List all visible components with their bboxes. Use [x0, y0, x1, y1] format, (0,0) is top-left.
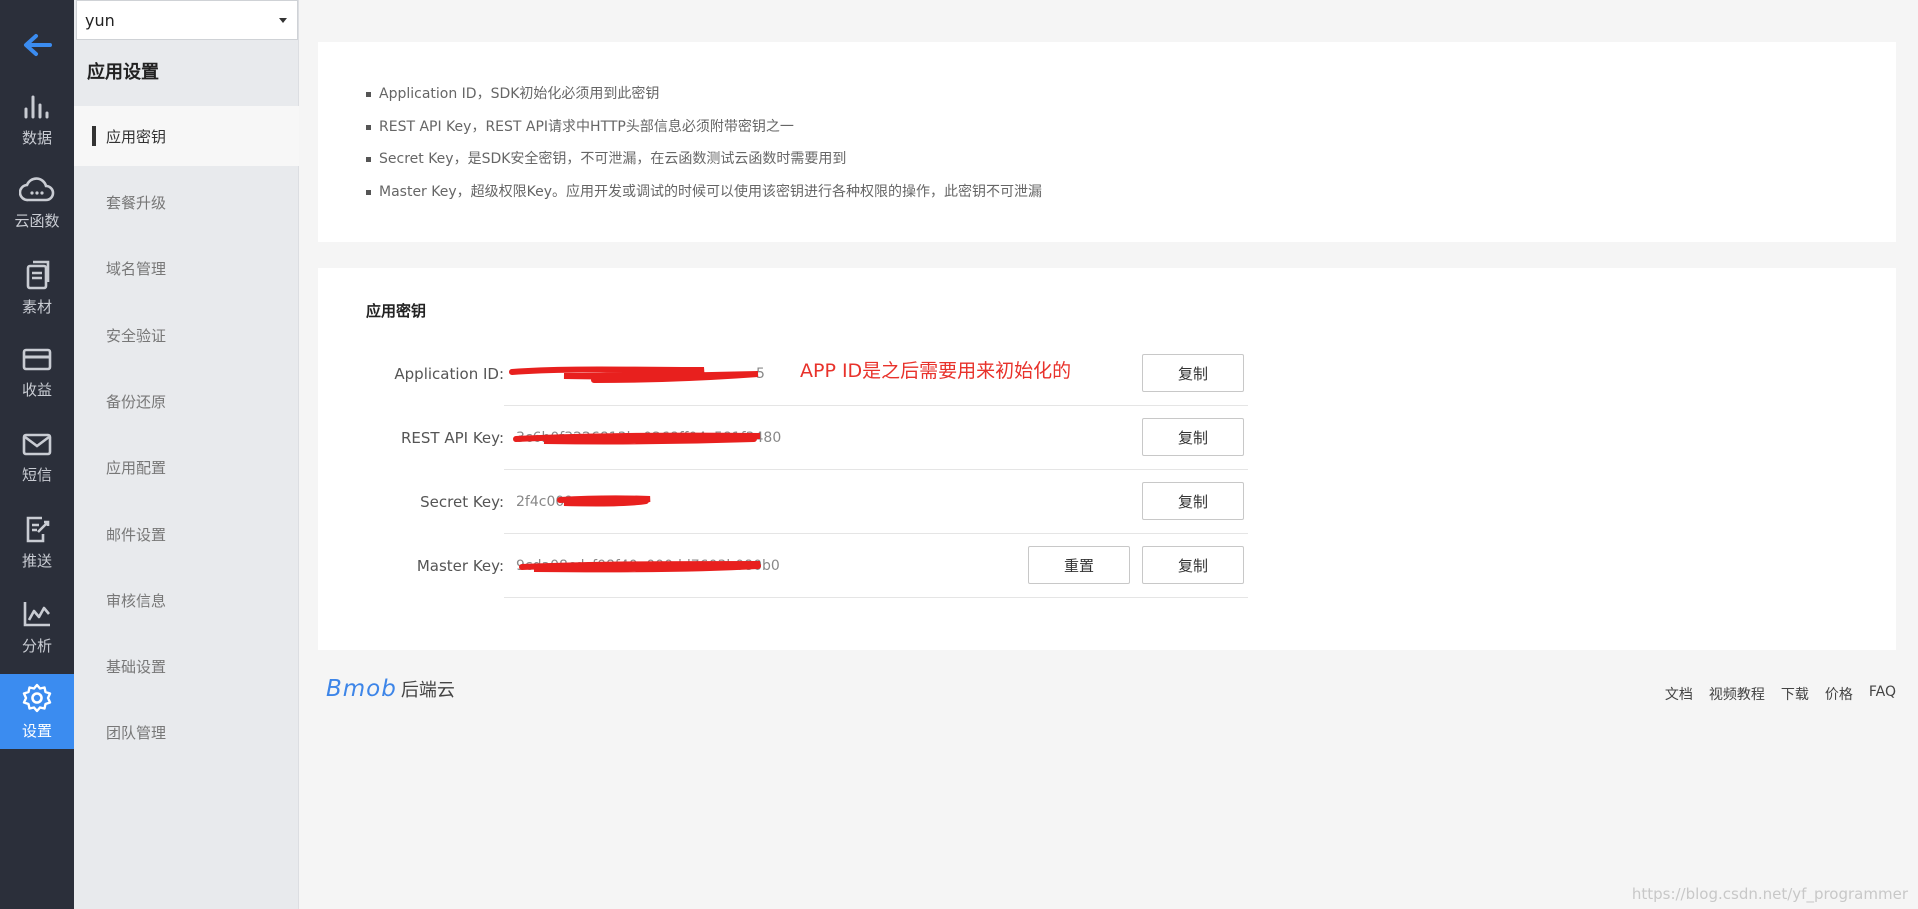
rail-item-label: 推送 — [21, 552, 52, 570]
row-divider — [504, 597, 1248, 598]
copy-rest-api-key-button[interactable]: 复制 — [1142, 418, 1244, 456]
arrow-left-icon — [24, 34, 52, 56]
copy-application-id-button[interactable]: 复制 — [1142, 354, 1244, 392]
footer-link-docs[interactable]: 文档 — [1665, 684, 1693, 704]
sidebar-item-team-management[interactable]: 团队管理 — [74, 702, 299, 762]
sidebar-item-label: 应用密钥 — [106, 127, 167, 146]
copy-master-key-button[interactable]: 复制 — [1142, 546, 1244, 584]
sidebar-item-label: 安全验证 — [106, 326, 167, 345]
sidebar-item-label: 域名管理 — [106, 259, 167, 278]
app-selector[interactable]: yun — [76, 0, 298, 40]
footer-links: 文档 视频教程 下载 价格 FAQ — [1665, 684, 1896, 704]
rail-item-label: 设置 — [21, 722, 52, 740]
sidebar-item-label: 团队管理 — [106, 723, 167, 742]
app-selector-value: yun — [85, 10, 115, 30]
back-button[interactable] — [0, 0, 74, 90]
rail-item-sms[interactable]: 短信 — [0, 420, 74, 495]
footer-link-video-tutorials[interactable]: 视频教程 — [1709, 684, 1765, 704]
key-value: 9cda08cdcf08f40e000dd7603b080b0 — [516, 558, 780, 574]
line-chart-icon — [23, 602, 50, 627]
key-row-master-key: Master Key: 9cda08cdcf08f40e000dd7603b08… — [318, 534, 1248, 598]
rail-item-label: 收益 — [21, 381, 52, 399]
sidebar-item-label: 邮件设置 — [106, 525, 167, 544]
caret-down-icon — [279, 18, 287, 23]
footer-link-pricing[interactable]: 价格 — [1825, 684, 1853, 704]
sidebar-item-domain-management[interactable]: 域名管理 — [74, 238, 299, 298]
key-info-panel: Application ID，SDK初始化必须用到此密钥 REST API Ke… — [318, 42, 1896, 242]
key-label: Application ID: — [394, 365, 504, 383]
credit-card-icon — [22, 348, 52, 371]
sidebar-title: 应用设置 — [87, 62, 159, 83]
settings-sidebar: yun 应用设置 应用密钥 套餐升级 域名管理 安全验证 备份还原 应用配置 邮… — [74, 0, 299, 909]
copy-secret-key-button[interactable]: 复制 — [1142, 482, 1244, 520]
info-line: Secret Key，是SDK安全密钥，不可泄漏，在云函数测试云函数时需要用到 — [366, 143, 1042, 176]
icon-rail: 数据 云函数 素材 收益 短信 推送 分析 设置 — [0, 0, 74, 909]
sidebar-item-review-info[interactable]: 审核信息 — [74, 570, 299, 630]
footer-link-download[interactable]: 下载 — [1781, 684, 1809, 704]
app-keys-panel: 应用密钥 Application ID: 5 APP ID是之后需要用来初始化的… — [318, 268, 1896, 650]
documents-icon — [26, 260, 50, 290]
sidebar-item-label: 套餐升级 — [106, 193, 167, 212]
app-id-annotation: APP ID是之后需要用来初始化的 — [800, 360, 1072, 382]
sidebar-item-email-settings[interactable]: 邮件设置 — [74, 504, 299, 564]
key-value: 3c6b0f3226813bc0268ff04c581f3480 — [516, 430, 782, 446]
gear-icon — [22, 683, 52, 713]
rail-item-cloud-functions[interactable]: 云函数 — [0, 166, 74, 241]
rail-item-label: 云函数 — [14, 212, 60, 230]
bar-chart-icon — [24, 95, 49, 119]
logo-suffix: 后端云 — [400, 680, 455, 701]
rail-item-label: 素材 — [21, 298, 52, 316]
sidebar-item-app-config[interactable]: 应用配置 — [74, 437, 299, 497]
info-line: Master Key，超级权限Key。应用开发或调试的时候可以使用该密钥进行各种… — [366, 176, 1042, 209]
key-value: 5 — [756, 366, 765, 382]
keys-section-title: 应用密钥 — [366, 302, 427, 320]
key-row-secret-key: Secret Key: 2f4c009 复制 — [318, 470, 1248, 534]
sidebar-item-plan-upgrade[interactable]: 套餐升级 — [74, 172, 299, 232]
cloud-icon — [19, 177, 55, 202]
sidebar-item-basic-settings[interactable]: 基础设置 — [74, 636, 299, 696]
rail-item-revenue[interactable]: 收益 — [0, 335, 74, 410]
rail-item-label: 短信 — [21, 466, 52, 484]
bmob-logo[interactable]: Bmob 后端云 — [326, 676, 455, 702]
sidebar-item-label: 备份还原 — [106, 392, 167, 411]
sidebar-item-security-verification[interactable]: 安全验证 — [74, 305, 299, 365]
key-label: REST API Key: — [400, 429, 504, 447]
rail-item-push[interactable]: 推送 — [0, 505, 74, 580]
sidebar-item-backup-restore[interactable]: 备份还原 — [74, 371, 299, 431]
key-row-rest-api-key: REST API Key: 3c6b0f3226813bc0268ff04c58… — [318, 406, 1248, 470]
rail-item-analytics[interactable]: 分析 — [0, 590, 74, 665]
mail-icon — [22, 433, 52, 456]
key-label: Master Key: — [416, 557, 504, 575]
key-info-list: Application ID，SDK初始化必须用到此密钥 REST API Ke… — [366, 78, 1042, 208]
info-line: REST API Key，REST API请求中HTTP头部信息必须附带密钥之一 — [366, 111, 1042, 144]
sidebar-item-app-keys[interactable]: 应用密钥 — [74, 106, 299, 166]
rail-item-label: 数据 — [21, 129, 52, 147]
sidebar-item-label: 应用配置 — [106, 458, 167, 477]
info-line: Application ID，SDK初始化必须用到此密钥 — [366, 78, 1042, 111]
key-value: 2f4c009 — [516, 494, 574, 510]
rail-item-data[interactable]: 数据 — [0, 82, 74, 157]
key-row-application-id: Application ID: 5 APP ID是之后需要用来初始化的 复制 — [318, 342, 1248, 406]
redaction-scribble — [509, 366, 759, 383]
key-label: Secret Key: — [420, 493, 504, 511]
watermark: https://blog.csdn.net/yf_programmer — [1631, 885, 1908, 903]
footer-link-faq[interactable]: FAQ — [1869, 684, 1896, 704]
rail-item-label: 分析 — [21, 637, 52, 655]
push-edit-icon — [26, 516, 50, 543]
logo-wordmark: Bmob — [326, 676, 397, 702]
reset-master-key-button[interactable]: 重置 — [1028, 546, 1130, 584]
sidebar-item-label: 审核信息 — [106, 591, 167, 610]
sidebar-item-label: 基础设置 — [106, 657, 167, 676]
rail-item-materials[interactable]: 素材 — [0, 251, 74, 326]
rail-item-settings[interactable]: 设置 — [0, 674, 74, 749]
